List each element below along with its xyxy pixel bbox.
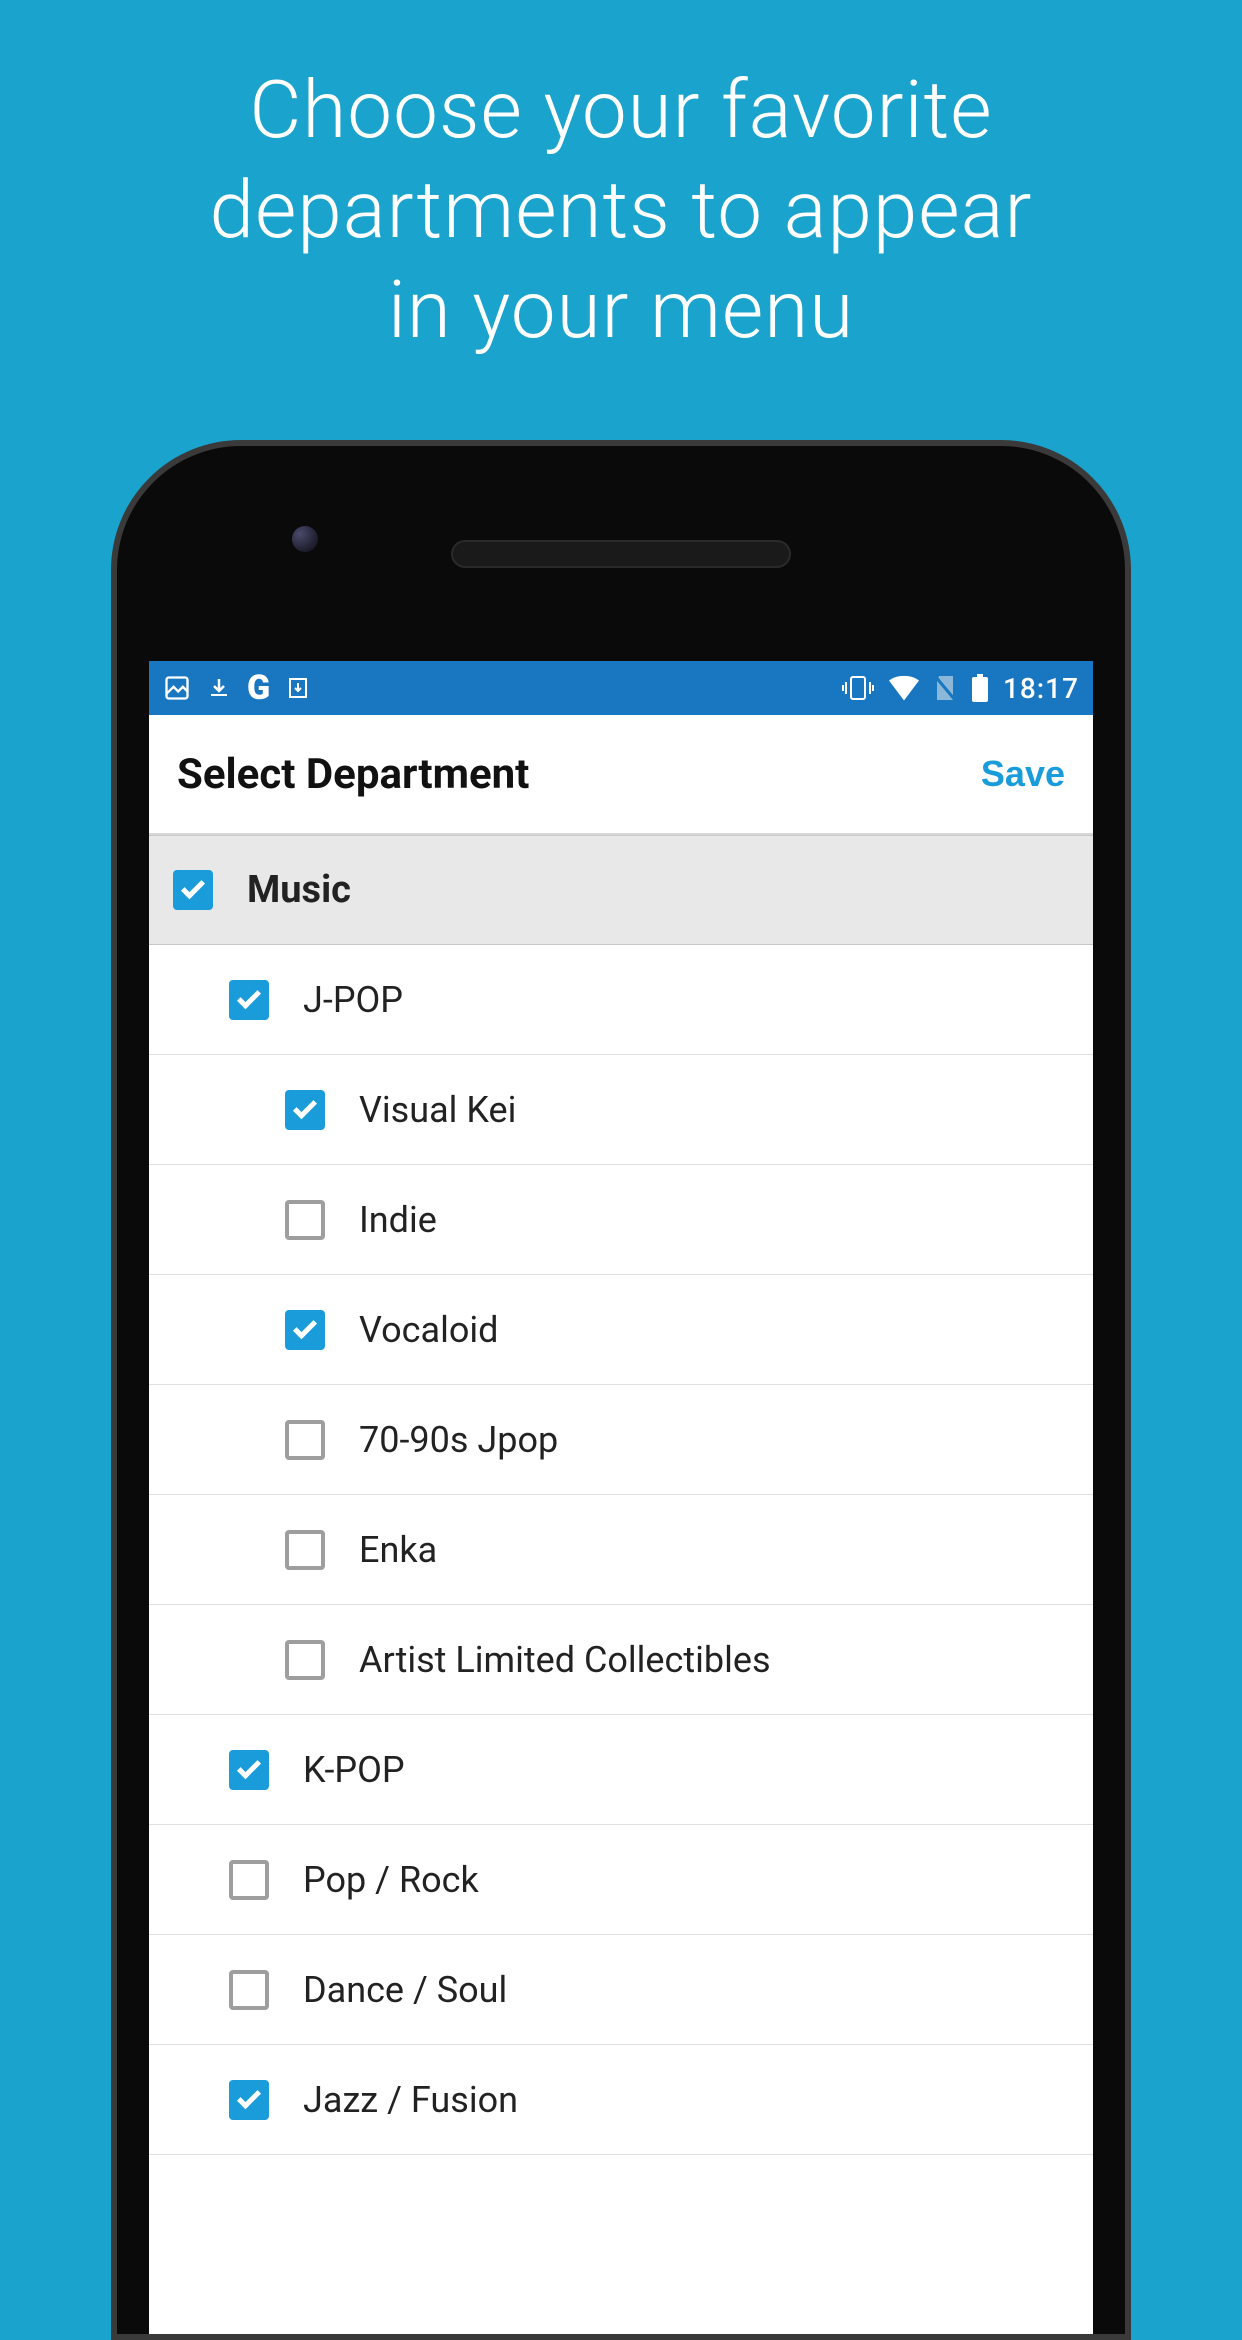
item-label: Artist Limited Collectibles <box>359 1639 771 1681</box>
department-list[interactable]: Music J-POP Visual Kei Indie Vocaloid 70 <box>149 835 1093 2155</box>
list-item-vocaloid[interactable]: Vocaloid <box>149 1275 1093 1385</box>
list-item-jazz-fusion[interactable]: Jazz / Fusion <box>149 2045 1093 2155</box>
checkbox-indie[interactable] <box>285 1200 325 1240</box>
page-title: Select Department <box>177 750 529 799</box>
list-item-pop-rock[interactable]: Pop / Rock <box>149 1825 1093 1935</box>
promo-heading: Choose your favorite departments to appe… <box>0 0 1242 360</box>
status-left: G <box>163 668 310 708</box>
checkbox-pop-rock[interactable] <box>229 1860 269 1900</box>
checkbox-visual-kei[interactable] <box>285 1090 325 1130</box>
item-label: Pop / Rock <box>303 1859 479 1901</box>
promo-line: departments to appear <box>0 160 1242 260</box>
list-item-artist-limited[interactable]: Artist Limited Collectibles <box>149 1605 1093 1715</box>
item-label: Enka <box>359 1529 437 1571</box>
image-icon <box>163 674 191 702</box>
wifi-icon <box>889 675 919 701</box>
list-item-kpop[interactable]: K-POP <box>149 1715 1093 1825</box>
phone-screen: G 18:17 S <box>149 661 1093 2340</box>
promo-line: Choose your favorite <box>0 60 1242 160</box>
app-bar: Select Department Save <box>149 715 1093 835</box>
vibrate-icon <box>841 675 875 701</box>
promo-line: in your menu <box>0 260 1242 360</box>
checkbox-jpop[interactable] <box>229 980 269 1020</box>
item-label: Indie <box>359 1199 437 1241</box>
item-label: Jazz / Fusion <box>303 2079 518 2121</box>
item-label: J-POP <box>303 979 403 1021</box>
phone-camera <box>292 526 318 552</box>
google-icon: G <box>247 668 270 708</box>
checkbox-70-90s-jpop[interactable] <box>285 1420 325 1460</box>
checkbox-music[interactable] <box>173 870 213 910</box>
checkbox-enka[interactable] <box>285 1530 325 1570</box>
battery-icon <box>971 674 989 702</box>
list-item-enka[interactable]: Enka <box>149 1495 1093 1605</box>
download-box-icon <box>286 674 310 702</box>
list-item-70-90s-jpop[interactable]: 70-90s Jpop <box>149 1385 1093 1495</box>
checkbox-dance-soul[interactable] <box>229 1970 269 2010</box>
status-right: 18:17 <box>841 672 1079 705</box>
list-item-dance-soul[interactable]: Dance / Soul <box>149 1935 1093 2045</box>
checkbox-jazz-fusion[interactable] <box>229 2080 269 2120</box>
item-label: Vocaloid <box>359 1309 498 1351</box>
phone-frame: G 18:17 S <box>111 440 1131 2340</box>
download-icon <box>207 674 231 702</box>
item-label: 70-90s Jpop <box>359 1419 558 1461</box>
item-label: Visual Kei <box>359 1089 516 1131</box>
list-item-indie[interactable]: Indie <box>149 1165 1093 1275</box>
checkbox-kpop[interactable] <box>229 1750 269 1790</box>
list-item-jpop[interactable]: J-POP <box>149 945 1093 1055</box>
list-item-visual-kei[interactable]: Visual Kei <box>149 1055 1093 1165</box>
save-button[interactable]: Save <box>981 753 1065 795</box>
status-time: 18:17 <box>1003 672 1079 705</box>
category-label: Music <box>247 868 351 912</box>
phone-hardware-top <box>117 446 1125 661</box>
item-label: K-POP <box>303 1749 405 1791</box>
checkbox-vocaloid[interactable] <box>285 1310 325 1350</box>
category-header-music[interactable]: Music <box>149 835 1093 945</box>
checkbox-artist-limited[interactable] <box>285 1640 325 1680</box>
no-sim-icon <box>933 674 957 702</box>
item-label: Dance / Soul <box>303 1969 507 2011</box>
phone-speaker <box>451 540 791 568</box>
android-status-bar: G 18:17 <box>149 661 1093 715</box>
